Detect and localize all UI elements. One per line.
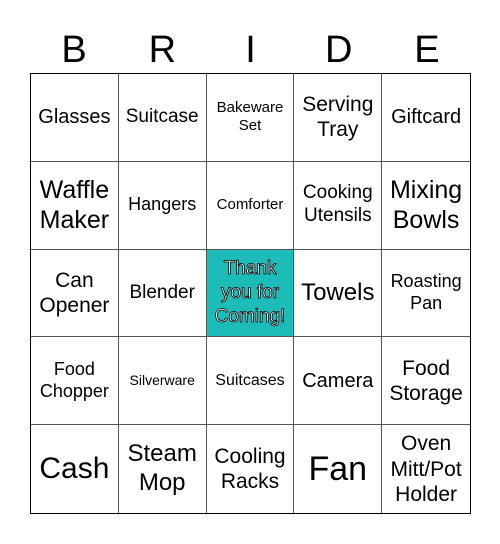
bingo-cell[interactable]: Roasting Pan [382, 250, 470, 338]
bingo-cell[interactable]: Suitcases [206, 337, 295, 426]
bingo-cell[interactable]: Towels [294, 249, 383, 338]
bingo-cell[interactable]: Cooling Racks [207, 425, 295, 513]
bingo-cell[interactable]: Comforter [206, 161, 295, 250]
bingo-cell[interactable]: Hangers [118, 161, 207, 250]
bingo-cell[interactable]: Camera [294, 337, 383, 426]
bingo-cell[interactable]: Fan [294, 425, 383, 513]
bingo-cell[interactable]: Bakeware Set [206, 74, 295, 162]
bingo-cell[interactable]: Blender [118, 249, 207, 338]
header-letter-e: E [414, 29, 440, 71]
bingo-grid: Glasses Suitcase Bakeware Set Serving Tray G… [30, 73, 471, 514]
bingo-cell[interactable]: Can Opener [31, 249, 119, 338]
bingo-cell[interactable]: Food Storage [382, 337, 470, 426]
bingo-cell[interactable]: Food Chopper [31, 337, 119, 426]
bingo-cell[interactable]: Giftcard [382, 74, 470, 162]
bingo-header: B R I D E [30, 28, 471, 72]
bingo-cell[interactable]: Mixing Bowls [382, 162, 470, 250]
bingo-cell[interactable]: Silverware [118, 337, 207, 426]
header-letter-d: D [324, 29, 353, 71]
bingo-cell[interactable]: Cash [31, 425, 119, 513]
header-letter-b: B [61, 29, 87, 71]
bingo-cell[interactable]: Suitcase [118, 74, 207, 162]
bingo-cell[interactable]: Serving Tray [294, 74, 383, 162]
bingo-cell[interactable]: Steam Mop [119, 425, 207, 513]
free-space-cell[interactable]: Thank you for Coming! [206, 249, 295, 338]
bingo-cell[interactable]: Oven Mitt/Pot Holder [382, 425, 470, 513]
bingo-cell[interactable]: Cooking Utensils [294, 161, 383, 250]
bingo-cell[interactable]: Glasses [31, 74, 119, 162]
bingo-cell[interactable]: Waffle Maker [31, 161, 119, 250]
header-letter-i: I [245, 29, 256, 71]
header-letter-r: R [148, 29, 177, 71]
